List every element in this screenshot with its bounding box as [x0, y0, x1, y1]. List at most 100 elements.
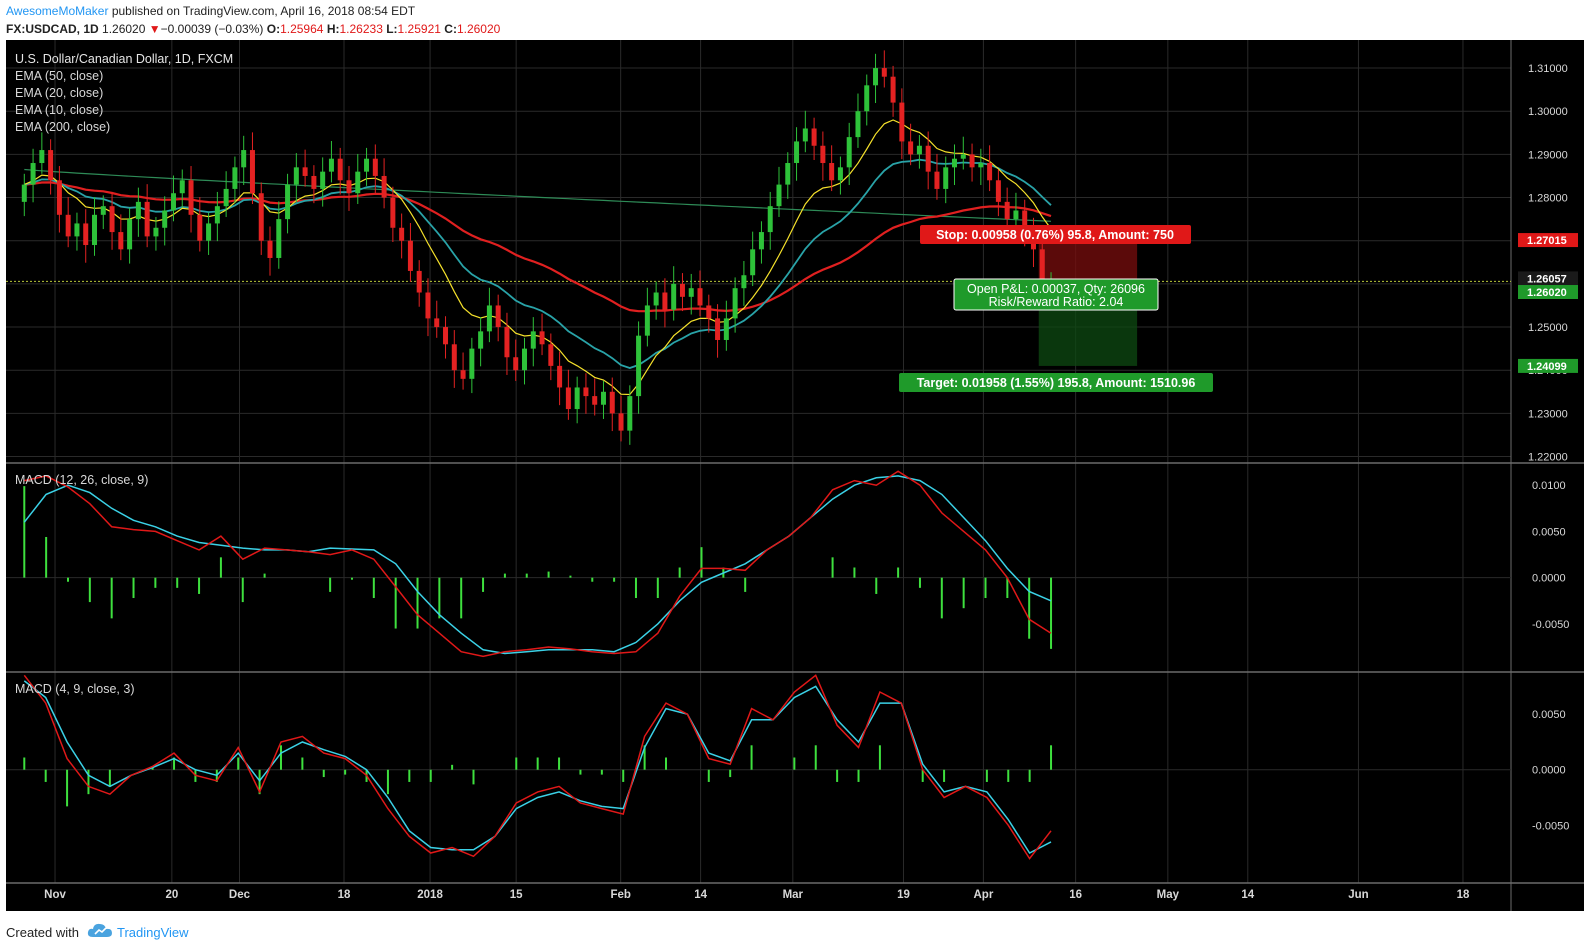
candle-body [74, 223, 80, 237]
candle-body [864, 85, 870, 112]
candle-body [934, 171, 940, 189]
tradingview-link[interactable]: TradingView [117, 925, 189, 940]
price-badge-label: 1.26057 [1527, 273, 1567, 285]
stop-zone [1038, 240, 1138, 285]
candle-body [530, 331, 536, 349]
candle-body [65, 214, 71, 237]
time-tick-label: Apr [974, 889, 994, 901]
published-text: published on TradingView.com, April 16, … [111, 4, 416, 18]
down-arrow-icon: ▼ [148, 22, 161, 36]
candle-body [653, 292, 659, 306]
candle-body [969, 154, 975, 168]
candle-body [241, 150, 247, 168]
candle-body [881, 68, 887, 77]
candle-body [688, 288, 694, 297]
candle-body [697, 288, 703, 306]
candle-body [372, 158, 378, 176]
author-link[interactable]: AwesomeMoMaker [6, 4, 108, 18]
symbol-label: FX:USDCAD, 1D [6, 22, 99, 36]
candle-body [364, 158, 370, 172]
candle-body [381, 175, 387, 198]
open-pl-label: Open P&L: 0.00037, Qty: 26096 [967, 282, 1145, 296]
candle-body [785, 163, 791, 185]
candle-body [767, 206, 773, 233]
macd1-tick-label: 0.0050 [1532, 526, 1566, 538]
candle-body [837, 167, 843, 181]
low-value: 1.25921 [397, 22, 441, 36]
candle-body [302, 167, 308, 176]
candle-body [978, 163, 984, 168]
candle-body [618, 413, 624, 431]
created-with-text: Created with [6, 925, 79, 940]
candle-body [671, 283, 677, 310]
price-tick-label: 1.25000 [1528, 322, 1568, 334]
candle-body [443, 327, 449, 345]
candle-body [48, 150, 54, 181]
candle-body [249, 150, 255, 194]
candle-body [1039, 249, 1045, 280]
candle-body [434, 318, 440, 328]
candle-body [820, 145, 826, 164]
candle-body [706, 305, 712, 319]
legend-title: U.S. Dollar/Canadian Dollar, 1D, FXCM [15, 52, 233, 66]
candle-body [328, 158, 334, 172]
candle-body [741, 275, 747, 289]
candle-body [565, 387, 571, 410]
legend-ema50: EMA (50, close) [15, 69, 103, 83]
candle-body [179, 180, 185, 194]
close-value: 1.26020 [456, 22, 501, 36]
candle-body [144, 201, 150, 237]
candle-body [995, 180, 1001, 202]
time-tick-label: 2018 [417, 889, 443, 901]
candle-body [153, 227, 159, 237]
candle-body [451, 344, 457, 371]
candle-body [960, 154, 966, 159]
legend-ema10: EMA (10, close) [15, 103, 103, 117]
candle-body [557, 365, 563, 388]
candle-body [811, 128, 817, 146]
price-badge-label: 1.26020 [1527, 287, 1567, 299]
candle-body [925, 145, 931, 172]
candle-body [662, 292, 668, 310]
macd1-tick-label: -0.0050 [1532, 619, 1569, 631]
time-tick-label: Dec [229, 889, 251, 901]
candle-body [916, 145, 922, 155]
candle-body [583, 387, 589, 397]
candle-body [522, 348, 528, 371]
candle-body [390, 197, 396, 228]
candle-body [732, 288, 738, 319]
stop-label: Stop: 0.00958 (0.76%) 95.8, Amount: 750 [936, 228, 1174, 242]
candle-body [873, 68, 879, 86]
candle-body [539, 331, 545, 345]
time-tick-label: Mar [783, 889, 804, 901]
candle-body [399, 227, 405, 241]
candle-body [109, 206, 115, 233]
price-change: −0.00039 (−0.03%) [160, 22, 264, 36]
candle-body [170, 193, 176, 211]
target-label: Target: 0.01958 (1.55%) 195.8, Amount: 1… [917, 376, 1196, 390]
candle-body [758, 232, 764, 250]
legend-macd2: MACD (4, 9, close, 3) [15, 682, 134, 696]
candle-body [679, 283, 685, 297]
candle-body [337, 158, 343, 181]
time-tick-label: Jun [1348, 889, 1368, 901]
candle-body [890, 76, 896, 103]
candle-body [592, 396, 598, 405]
candle-body [609, 391, 615, 414]
chart-header: AwesomeMoMaker published on TradingView.… [0, 0, 1590, 40]
time-tick-label: 20 [165, 889, 178, 901]
candle-body [627, 396, 633, 431]
candle-body [232, 167, 238, 189]
candle-body [214, 206, 220, 224]
open-label: O: [266, 22, 281, 36]
ohlc-line: FX:USDCAD, 1D 1.26020 ▼−0.00039 (−0.03%)… [6, 22, 500, 36]
candle-body [987, 163, 993, 181]
trading-chart[interactable]: 1.310001.300001.290001.280001.270001.260… [6, 40, 1584, 911]
candle-body [355, 171, 361, 194]
candle-body [723, 318, 729, 340]
candle-body [855, 111, 861, 138]
candle-body [223, 188, 229, 207]
time-tick-label: 16 [1069, 889, 1082, 901]
price-tick-label: 1.29000 [1528, 149, 1568, 161]
candle-body [258, 193, 264, 241]
